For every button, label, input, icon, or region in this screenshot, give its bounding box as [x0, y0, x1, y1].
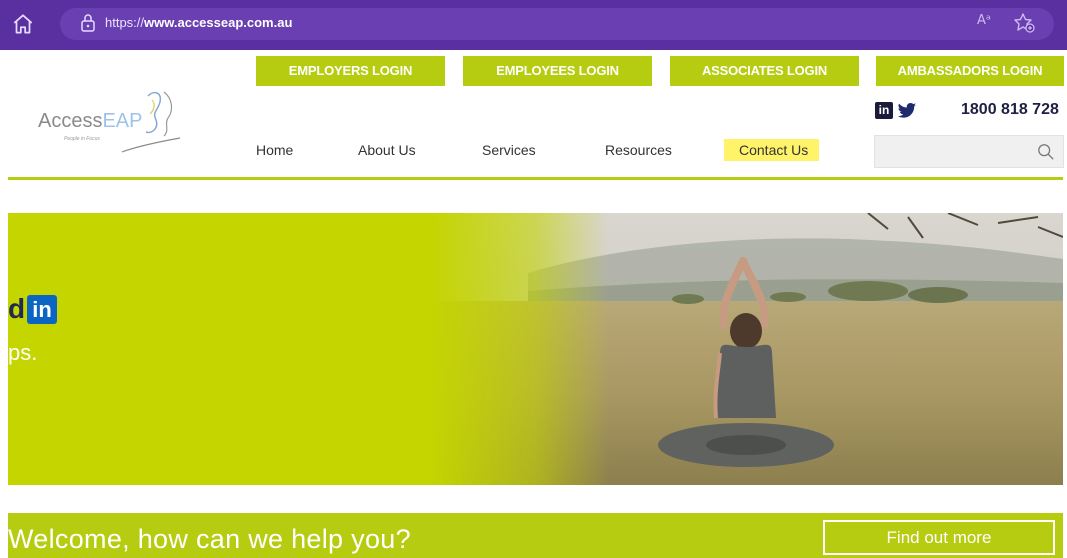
header-divider [8, 177, 1063, 180]
welcome-bar: Welcome, how can we help you? Find out m… [8, 513, 1063, 558]
search-icon[interactable] [1037, 143, 1055, 161]
logo-tagline: People in Focus [64, 136, 100, 142]
search-box [874, 135, 1064, 168]
logo-word-eap: EAP [102, 110, 143, 132]
logo-word-access: Access [38, 110, 103, 132]
home-icon[interactable] [10, 11, 36, 37]
accesseap-logo[interactable]: AccessEAP People in Focus [38, 88, 208, 158]
hero-headline: d [8, 293, 26, 324]
phone-number[interactable]: 1800 818 728 [961, 101, 1059, 119]
employers-login-button[interactable]: EMPLOYERS LOGIN [256, 56, 445, 86]
nav-home[interactable]: Home [256, 142, 293, 158]
url-text[interactable]: https://www.accesseap.com.au [105, 15, 292, 30]
nav-resources[interactable]: Resources [605, 142, 672, 158]
nav-services[interactable]: Services [482, 142, 536, 158]
nav-contact-label: Contact Us [739, 142, 809, 158]
nav-about-us[interactable]: About Us [358, 142, 416, 158]
hero-subheadline: ps. [8, 340, 38, 365]
url-scheme: https:// [105, 15, 145, 30]
url-domain: www.accesseap.com.au [144, 15, 293, 30]
find-out-more-button[interactable]: Find out more [823, 520, 1055, 555]
twitter-icon[interactable] [897, 102, 917, 120]
hero-banner: d in ps. [8, 213, 1063, 485]
ambassadors-login-button[interactable]: AMBASSADORS LOGIN [876, 56, 1064, 86]
add-favorite-icon[interactable] [1013, 11, 1037, 35]
associates-login-button[interactable]: ASSOCIATES LOGIN [670, 56, 859, 86]
employees-login-button[interactable]: EMPLOYEES LOGIN [463, 56, 652, 86]
welcome-heading: Welcome, how can we help you? [8, 524, 411, 554]
read-aloud-icon[interactable]: Aᵃ [977, 13, 991, 28]
lock-icon[interactable] [80, 12, 96, 34]
nav-contact-us[interactable]: Contact Us [724, 139, 819, 161]
hero-green-overlay [8, 213, 1063, 485]
browser-toolbar: https://www.accesseap.com.au Aᵃ [0, 0, 1067, 50]
logo-wordmark: AccessEAP [38, 110, 143, 133]
linkedin-icon[interactable]: in [875, 102, 893, 119]
hero-linkedin-icon[interactable]: in [27, 295, 57, 324]
search-input[interactable] [875, 136, 1035, 167]
